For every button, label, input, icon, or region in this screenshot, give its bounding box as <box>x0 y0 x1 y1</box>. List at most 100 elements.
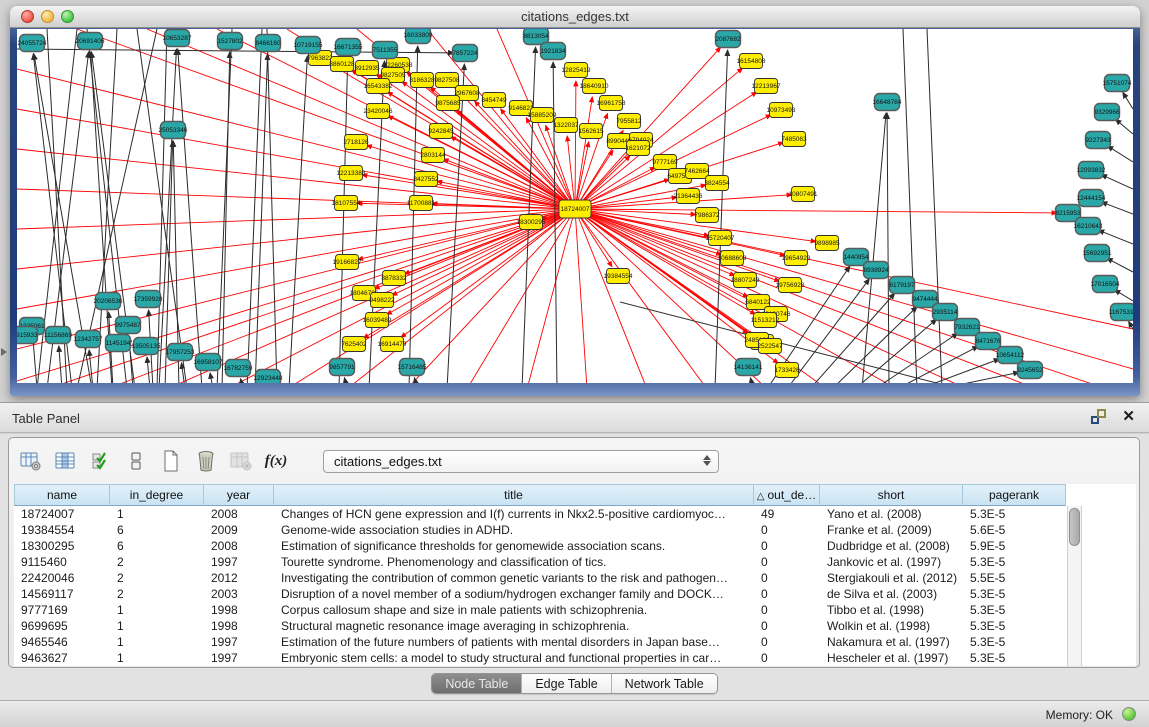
close-panel-icon[interactable]: ✕ <box>1122 409 1135 424</box>
cell-title[interactable]: Estimation of the future numbers of pati… <box>274 634 754 650</box>
graph-node[interactable]: 10807491 <box>789 187 818 202</box>
graph-node[interactable]: 9498222 <box>369 293 395 308</box>
vertical-scrollbar[interactable] <box>1067 506 1082 666</box>
cell-year[interactable]: 1997 <box>204 650 274 666</box>
table-row[interactable]: 2242004622012Investigating the contribut… <box>14 570 1136 586</box>
graph-node[interactable]: 7511355 <box>373 42 398 59</box>
tab-network-table[interactable]: Network Table <box>611 674 717 693</box>
cell-year[interactable]: 1997 <box>204 554 274 570</box>
graph-node[interactable]: 1921834 <box>540 43 566 60</box>
graph-node[interactable]: 20691406 <box>76 33 105 50</box>
graph-node[interactable]: 16958107 <box>194 354 223 371</box>
graph-node[interactable]: 17016504 <box>1091 276 1120 293</box>
graph-node[interactable]: 2522547 <box>757 339 783 354</box>
cell-name[interactable]: 14569117 <box>14 586 110 602</box>
cell-indegree[interactable]: 1 <box>110 602 204 618</box>
minimize-window-button[interactable] <box>41 10 54 23</box>
graph-node[interactable]: 1562615 <box>578 124 604 139</box>
graph-node[interactable]: 19384554 <box>604 269 633 284</box>
close-window-button[interactable] <box>21 10 34 23</box>
graph-node[interactable]: 16671355 <box>334 39 363 56</box>
graph-node[interactable]: 23420046 <box>364 104 393 119</box>
cell-short[interactable]: de Silva et al. (2003) <box>820 586 963 602</box>
scrollbar-thumb[interactable] <box>1069 508 1080 546</box>
graph-node[interactable]: 25053346 <box>159 122 188 139</box>
cell-short[interactable]: Tibbo et al. (1998) <box>820 602 963 618</box>
graph-node[interactable]: 1733426 <box>774 363 800 378</box>
graph-node[interactable]: 16154808 <box>737 54 766 69</box>
table-row[interactable]: 1830029562008Estimation of significance … <box>14 538 1136 554</box>
table-selector-dropdown[interactable]: citations_edges.txt <box>323 450 719 473</box>
cell-year[interactable]: 2009 <box>204 522 274 538</box>
table-row[interactable]: 911546021997Tourette syndrome. Phenomeno… <box>14 554 1136 570</box>
graph-node[interactable]: 17957253 <box>166 344 195 361</box>
graph-node[interactable]: 10719155 <box>294 37 323 54</box>
graph-node[interactable]: 2087682 <box>715 31 741 48</box>
graph-node[interactable]: 8466160 <box>255 35 281 52</box>
cell-title[interactable]: Corpus callosum shape and size in male p… <box>274 602 754 618</box>
cell-year[interactable]: 2012 <box>204 570 274 586</box>
graph-node[interactable]: 19654923 <box>782 251 811 266</box>
graph-node[interactable]: 1527802 <box>217 33 243 50</box>
graph-node[interactable]: 15692951 <box>1083 245 1112 262</box>
cell-short[interactable]: Franke et al. (2009) <box>820 522 963 538</box>
graph-node[interactable]: 16039489 <box>363 313 392 328</box>
graph-node[interactable]: 18107554 <box>332 196 361 211</box>
cell-indegree[interactable]: 2 <box>110 554 204 570</box>
cell-short[interactable]: Stergiakouli et al. (2012) <box>820 570 963 586</box>
cell-title[interactable]: Investigating the contribution of common… <box>274 570 754 586</box>
table-row[interactable]: 1872400712008Changes of HCN gene express… <box>14 506 1136 522</box>
graph-node[interactable]: 7625402 <box>341 337 367 352</box>
zoom-window-button[interactable] <box>61 10 74 23</box>
cell-name[interactable]: 9699695 <box>14 618 110 634</box>
graph-node[interactable]: 11513212 <box>751 313 780 328</box>
graph-node[interactable]: 7932621 <box>954 319 980 336</box>
network-window-titlebar[interactable]: citations_edges.txt <box>10 6 1140 28</box>
tab-node-table[interactable]: Node Table <box>432 674 521 693</box>
cell-indegree[interactable]: 2 <box>110 570 204 586</box>
cell-short[interactable]: Hescheler et al. (1997) <box>820 650 963 666</box>
graph-node[interactable]: 11700881 <box>407 196 436 211</box>
cell-indegree[interactable]: 1 <box>110 634 204 650</box>
graph-node[interactable]: 11156869 <box>44 327 72 344</box>
graph-node[interactable]: 17359928 <box>134 291 163 308</box>
cell-outde[interactable]: 0 <box>754 570 820 586</box>
graph-node[interactable]: 16914479 <box>378 337 407 352</box>
graph-node[interactable]: 8938924 <box>863 262 889 279</box>
cell-short[interactable]: Yano et al. (2008) <box>820 506 963 522</box>
cell-indegree[interactable]: 6 <box>110 538 204 554</box>
table-row[interactable]: 1456911722003Disruption of a novel membe… <box>14 586 1136 602</box>
float-panel-icon[interactable] <box>1091 409 1106 424</box>
cell-outde[interactable]: 0 <box>754 586 820 602</box>
cell-indegree[interactable]: 1 <box>110 650 204 666</box>
graph-node[interactable]: 19756928 <box>776 278 805 293</box>
tab-edge-table[interactable]: Edge Table <box>521 674 610 693</box>
citation-network-graph[interactable]: 7963822 8860128 8912935 22260538 9827505… <box>17 29 1133 383</box>
import-table-icon[interactable] <box>229 449 253 473</box>
table-row[interactable]: 1938455462009Genome-wide association stu… <box>14 522 1136 538</box>
cell-title[interactable]: Disruption of a novel member of a sodium… <box>274 586 754 602</box>
column-header-name[interactable]: name <box>14 484 110 506</box>
cell-outde[interactable]: 49 <box>754 506 820 522</box>
graph-node[interactable]: 7986372 <box>694 208 720 223</box>
cell-indegree[interactable]: 1 <box>110 506 204 522</box>
graph-node[interactable]: 19166827 <box>333 255 362 270</box>
cell-short[interactable]: Wolkin et al. (1998) <box>820 618 963 634</box>
graph-node[interactable]: 18807249 <box>731 273 760 288</box>
cell-pagerank[interactable]: 5.3E-5 <box>963 554 1066 570</box>
cell-outde[interactable]: 0 <box>754 602 820 618</box>
graph-node[interactable]: 12213967 <box>752 79 781 94</box>
graph-node[interactable]: 10688609 <box>718 251 747 266</box>
column-header-pagerank[interactable]: pagerank <box>963 484 1066 506</box>
cell-name[interactable]: 9777169 <box>14 602 110 618</box>
graph-node[interactable]: 8878332 <box>381 271 407 286</box>
graph-node[interactable]: 24055724 <box>18 35 47 52</box>
graph-node[interactable]: 16543382 <box>364 79 393 94</box>
cell-year[interactable]: 2003 <box>204 586 274 602</box>
graph-node[interactable]: 8186328 <box>409 73 435 88</box>
column-header-title[interactable]: title <box>274 484 754 506</box>
column-header-indegree[interactable]: in_degree <box>110 484 204 506</box>
graph-node[interactable]: 1145194 <box>106 335 131 352</box>
column-header-year[interactable]: year <box>204 484 274 506</box>
graph-node[interactable]: 12093832 <box>1077 162 1106 179</box>
